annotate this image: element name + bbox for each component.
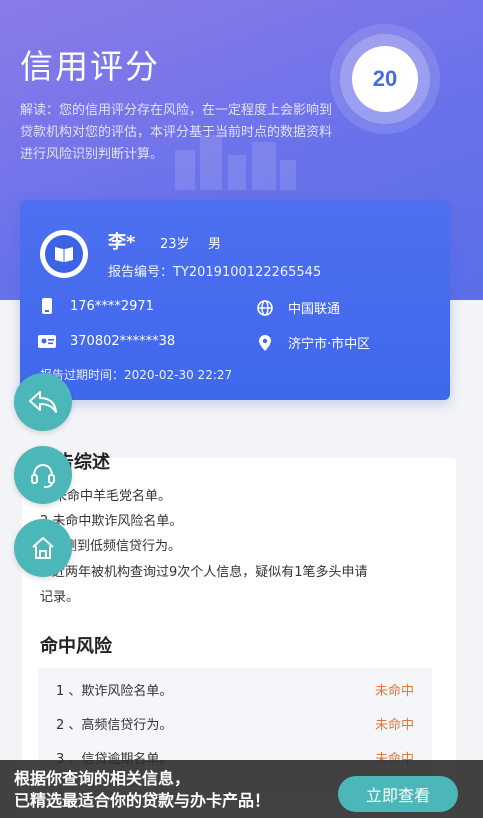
- report-expire-time: 报告过期时间：2020-02-30 22:27: [40, 368, 233, 382]
- phone-row: 176****2971: [38, 298, 154, 314]
- globe-icon: [256, 299, 274, 316]
- risk-item: 2 、高频信贷行为。 未命中: [56, 714, 414, 733]
- phone-icon: [38, 298, 56, 314]
- risk-item: 1 、欺诈风险名单。 未命中: [56, 680, 414, 699]
- headset-icon: [31, 463, 55, 488]
- promo-line-2: 已精选最适合你的贷款与办卡产品！: [14, 791, 271, 810]
- promo-text: 根据你查询的相关信息， 已精选最适合你的贷款与办卡产品！: [14, 768, 270, 812]
- summary-line: 测到低频信贷行为。: [64, 539, 182, 554]
- credit-score: 20: [352, 46, 418, 112]
- summary-line: 记录。: [40, 590, 80, 605]
- book-icon: [55, 247, 73, 262]
- id-card-icon: [38, 333, 56, 349]
- user-age: 23岁: [160, 237, 190, 252]
- promo-line-1: 根据你查询的相关信息，: [14, 769, 191, 788]
- view-now-button[interactable]: 立即查看: [338, 776, 458, 812]
- id-number: 370802******38: [70, 333, 176, 349]
- location-row: 济宁市·市中区: [256, 333, 370, 352]
- carrier-row: 中国联通: [256, 298, 340, 317]
- profile-card: 李* 23岁 男 报告编号：TY2019100122265545 176****…: [20, 200, 450, 400]
- home-icon: [32, 537, 54, 559]
- summary-line: 未命中羊毛党名单。: [54, 489, 172, 504]
- report-number: 报告编号：TY2019100122265545: [108, 265, 322, 280]
- avatar: [40, 230, 88, 278]
- risk-item-status: 未命中: [374, 718, 414, 733]
- back-arrow-icon: [29, 391, 57, 413]
- summary-line: 近两年被机构查询过9次个人信息，疑似有1笔多头申请: [52, 565, 368, 580]
- phone-number: 176****2971: [70, 298, 154, 314]
- back-button[interactable]: [14, 373, 72, 431]
- risk-item-label: 2 、高频信贷行为。: [56, 718, 173, 733]
- score-description: 解读：您的信用评分存在风险，在一定程度上会影响到贷款机构对您的评估，本评分基于当…: [20, 103, 333, 162]
- home-button[interactable]: [14, 519, 72, 577]
- risk-title: 命中风险: [40, 636, 112, 657]
- risk-item-status: 未命中: [374, 684, 414, 699]
- carrier-name: 中国联通: [288, 302, 341, 317]
- user-gender: 男: [208, 237, 222, 252]
- page-title: 信用评分: [20, 47, 160, 86]
- id-row: 370802******38: [38, 333, 175, 349]
- location-text: 济宁市·市中区: [288, 337, 371, 352]
- customer-service-button[interactable]: [14, 446, 72, 504]
- location-pin-icon: [256, 334, 274, 351]
- risk-item-label: 1 、欺诈风险名单。: [56, 684, 173, 699]
- user-name: 李*: [108, 232, 136, 253]
